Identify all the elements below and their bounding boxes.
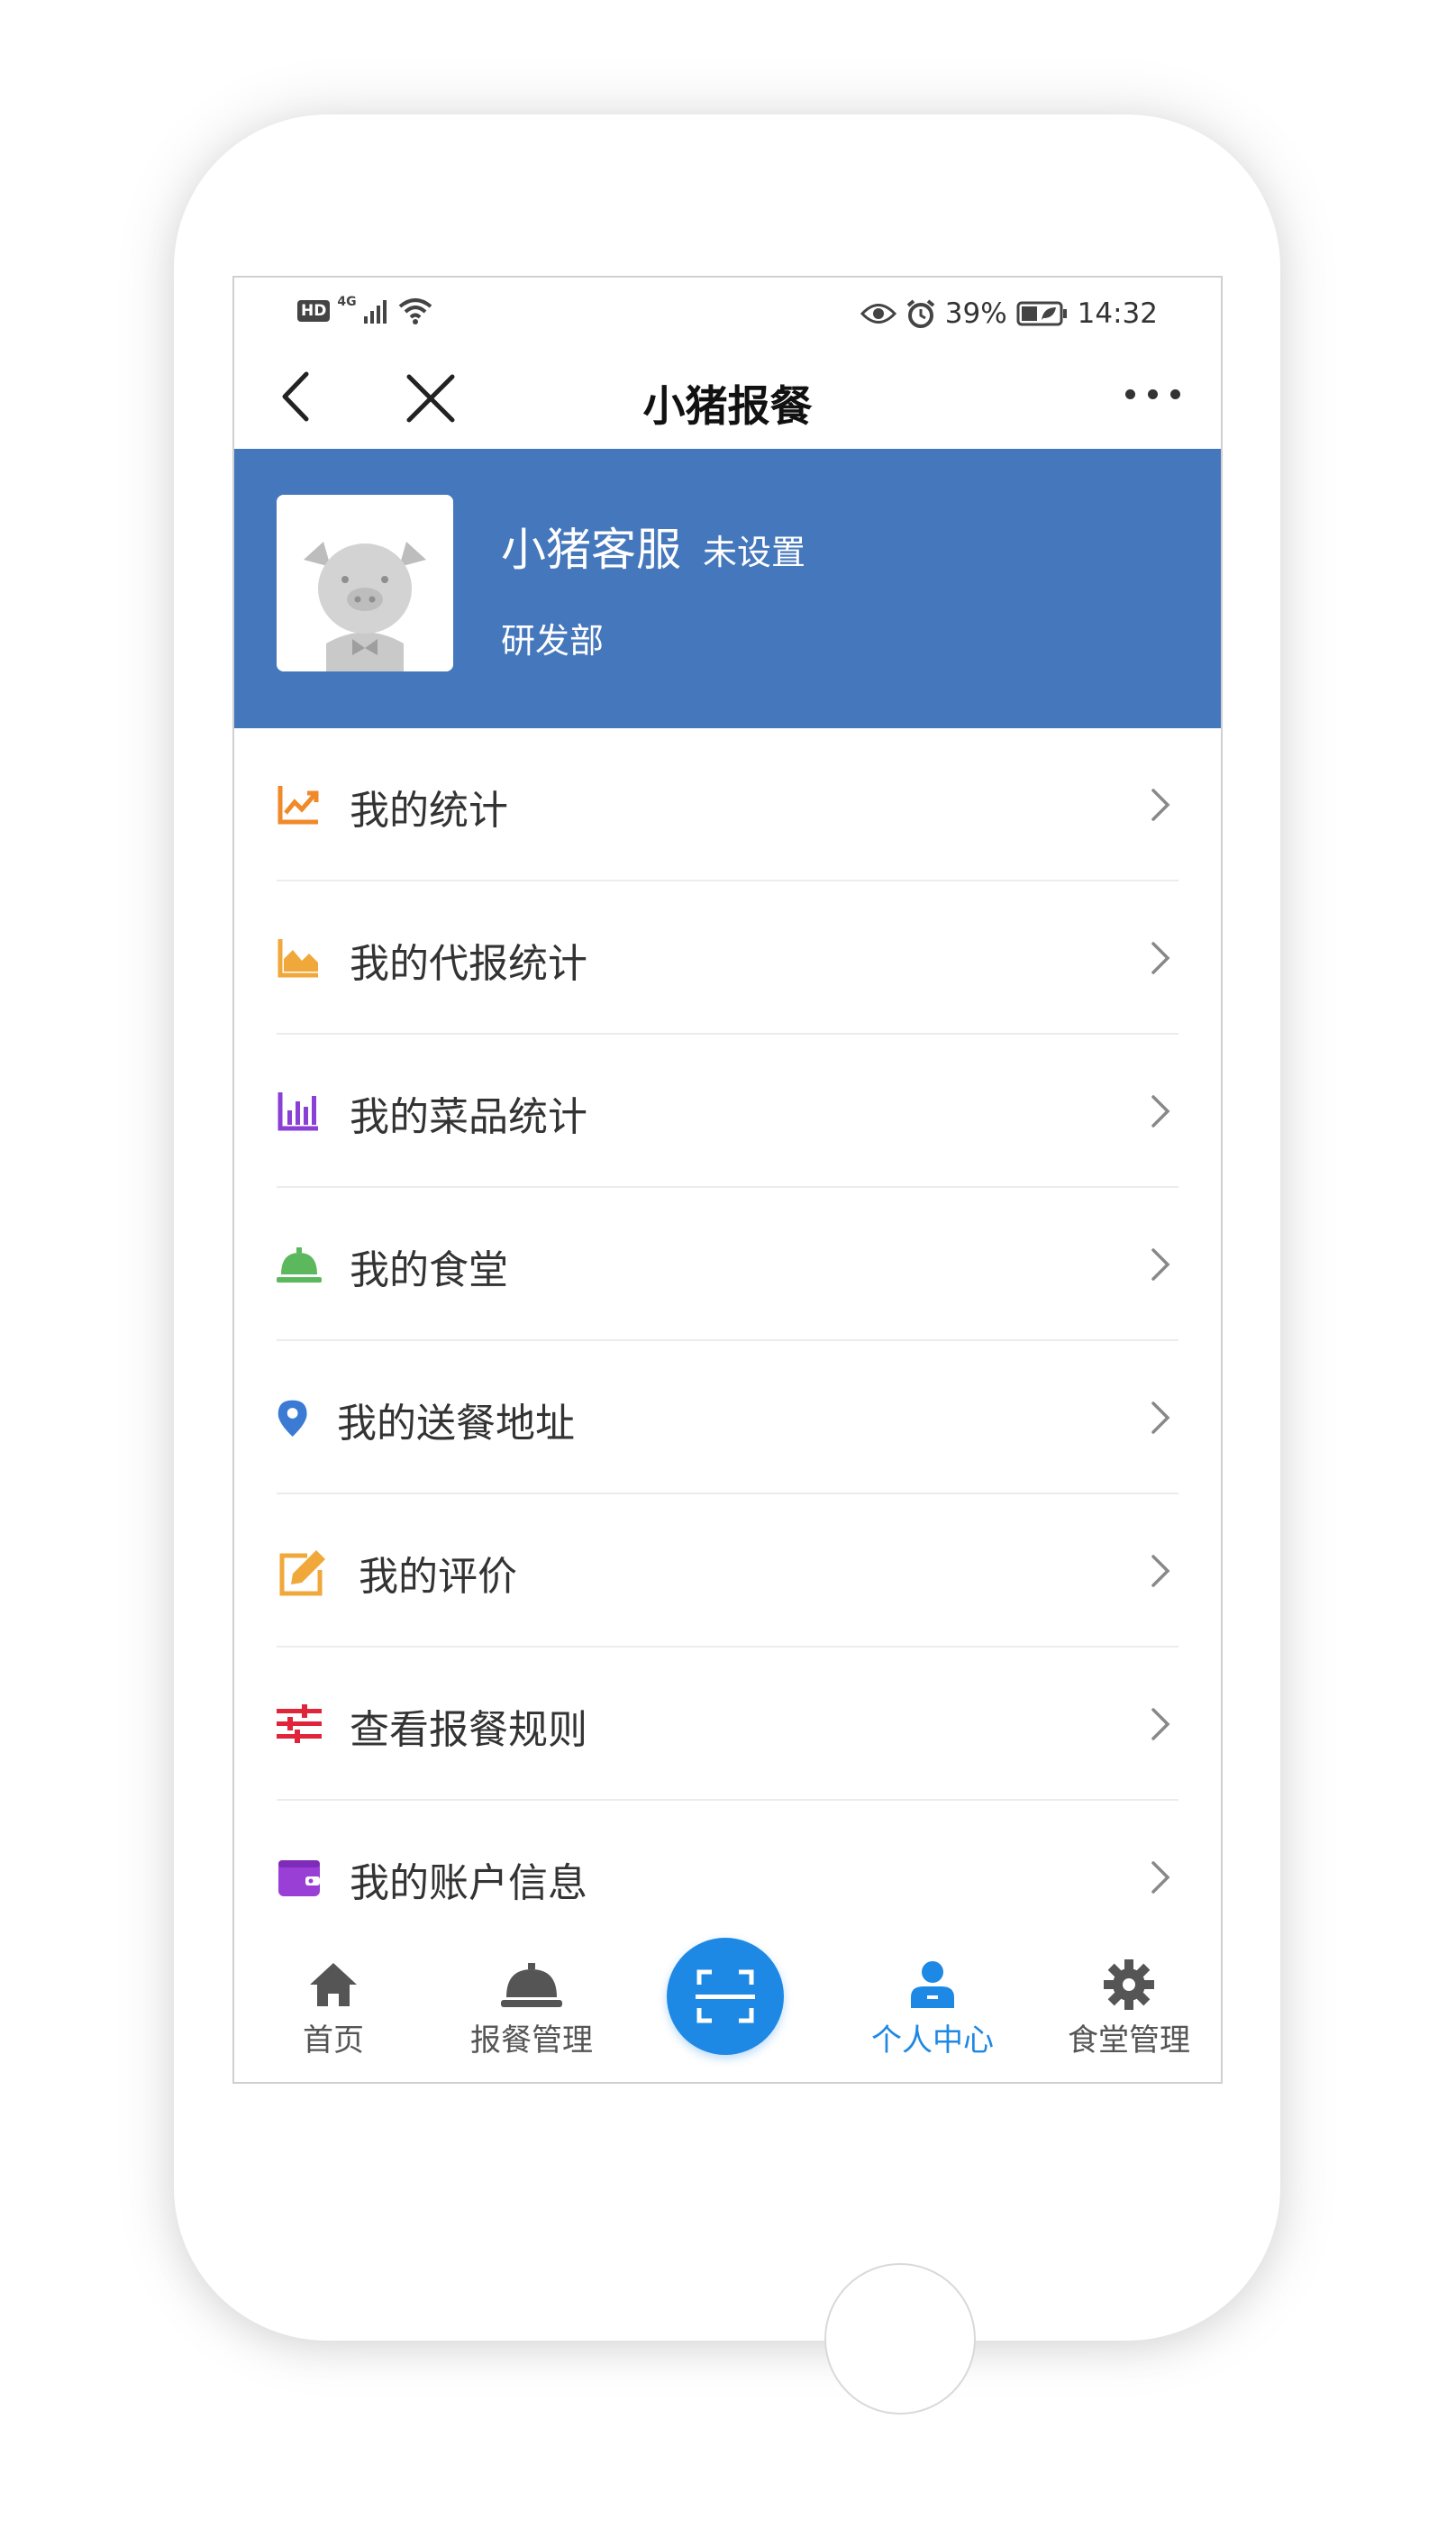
location-pin-icon [278,1400,307,1437]
bar-chart-icon [278,1092,318,1131]
tab-label: 首页 [303,2022,364,2059]
menu-item-my-reviews[interactable]: 我的评价 [234,1494,1221,1648]
gear-icon [1104,1959,1154,2010]
menu-item-proxy-stats[interactable]: 我的代报统计 [234,881,1221,1035]
eye-icon [860,304,896,324]
status-bar: HD 4G 39% 14:32 [234,278,1221,350]
menu-item-my-canteen[interactable]: 我的食堂 [234,1188,1221,1341]
menu-item-my-stats[interactable]: 我的统计 [234,728,1221,881]
battery-percent: 39% [944,297,1007,330]
avatar[interactable] [277,495,453,671]
chevron-right-icon [1151,1708,1170,1740]
menu-list: 我的统计 我的代报统计 我的菜品统计 我的食堂 我的送餐地址 我的评价 查看报餐… [234,728,1221,1954]
tab-home[interactable]: 首页 [243,1947,423,2059]
wifi-icon [398,298,432,324]
line-chart-icon [278,786,319,825]
chevron-right-icon [1151,942,1170,974]
chevron-right-icon [1151,1861,1170,1894]
menu-item-meal-rules[interactable]: 查看报餐规则 [234,1648,1221,1801]
tab-meal-manage[interactable]: 报餐管理 [441,1947,622,2059]
scan-icon [696,1969,755,2023]
pig-avatar-icon [277,495,453,671]
page-title: 小猪报餐 [642,382,813,432]
menu-item-label: 我的食堂 [350,1247,508,1293]
more-dot [1170,389,1180,399]
menu-item-label: 查看报餐规则 [350,1707,587,1753]
clock-time: 14:32 [1077,297,1158,330]
home-icon [310,1963,357,2006]
tab-personal-center[interactable]: 个人中心 [842,1947,1023,2059]
menu-item-label: 我的菜品统计 [350,1094,587,1140]
battery-icon [1016,301,1067,326]
menu-item-account-info[interactable]: 我的账户信息 [234,1801,1221,1954]
more-button[interactable] [1125,389,1180,399]
network-type: 4G [337,295,357,309]
alarm-icon [906,299,935,328]
chevron-right-icon [1151,1555,1170,1587]
tab-label: 个人中心 [871,2022,994,2059]
sliders-icon [277,1704,322,1743]
menu-item-label: 我的评价 [359,1554,517,1600]
wallet-icon [278,1860,320,1896]
area-chart-icon [278,939,318,978]
menu-item-label: 我的送餐地址 [337,1401,575,1447]
menu-item-label: 我的代报统计 [350,941,587,987]
tab-label: 食堂管理 [1068,2022,1190,2059]
profile-header[interactable]: 小猪客服 未设置 研发部 [234,449,1221,728]
more-dot [1148,389,1158,399]
home-button[interactable] [824,2263,976,2415]
user-status: 未设置 [703,533,806,572]
scan-button[interactable] [667,1938,784,2055]
service-bell-icon [501,1963,562,2007]
menu-item-label: 我的统计 [350,788,508,834]
chevron-right-icon [1151,1248,1170,1281]
hd-badge: HD [297,300,331,322]
more-dot [1125,389,1135,399]
menu-item-label: 我的账户信息 [350,1860,587,1906]
chevron-right-icon [1151,1401,1170,1434]
chevron-right-icon [1151,789,1170,821]
user-department: 研发部 [501,621,605,661]
service-bell-icon [277,1247,322,1283]
tab-canteen-manage[interactable]: 食堂管理 [1039,1947,1219,2059]
tab-label: 报餐管理 [470,2022,593,2059]
nav-bar: 小猪报餐 [234,350,1221,449]
user-icon [911,1961,954,2008]
signal-icon [363,300,387,324]
chevron-right-icon [1151,1095,1170,1128]
menu-item-dish-stats[interactable]: 我的菜品统计 [234,1035,1221,1188]
app-screen: HD 4G 39% 14:32 小猪报餐 小猪客服 未设置 研发部 我的统计 我… [232,276,1223,2084]
edit-icon [279,1550,325,1596]
tab-bar: 首页 报餐管理 个人中心 食堂管理 [234,1938,1221,2082]
user-name: 小猪客服 [501,524,681,576]
menu-item-delivery-address[interactable]: 我的送餐地址 [234,1341,1221,1494]
